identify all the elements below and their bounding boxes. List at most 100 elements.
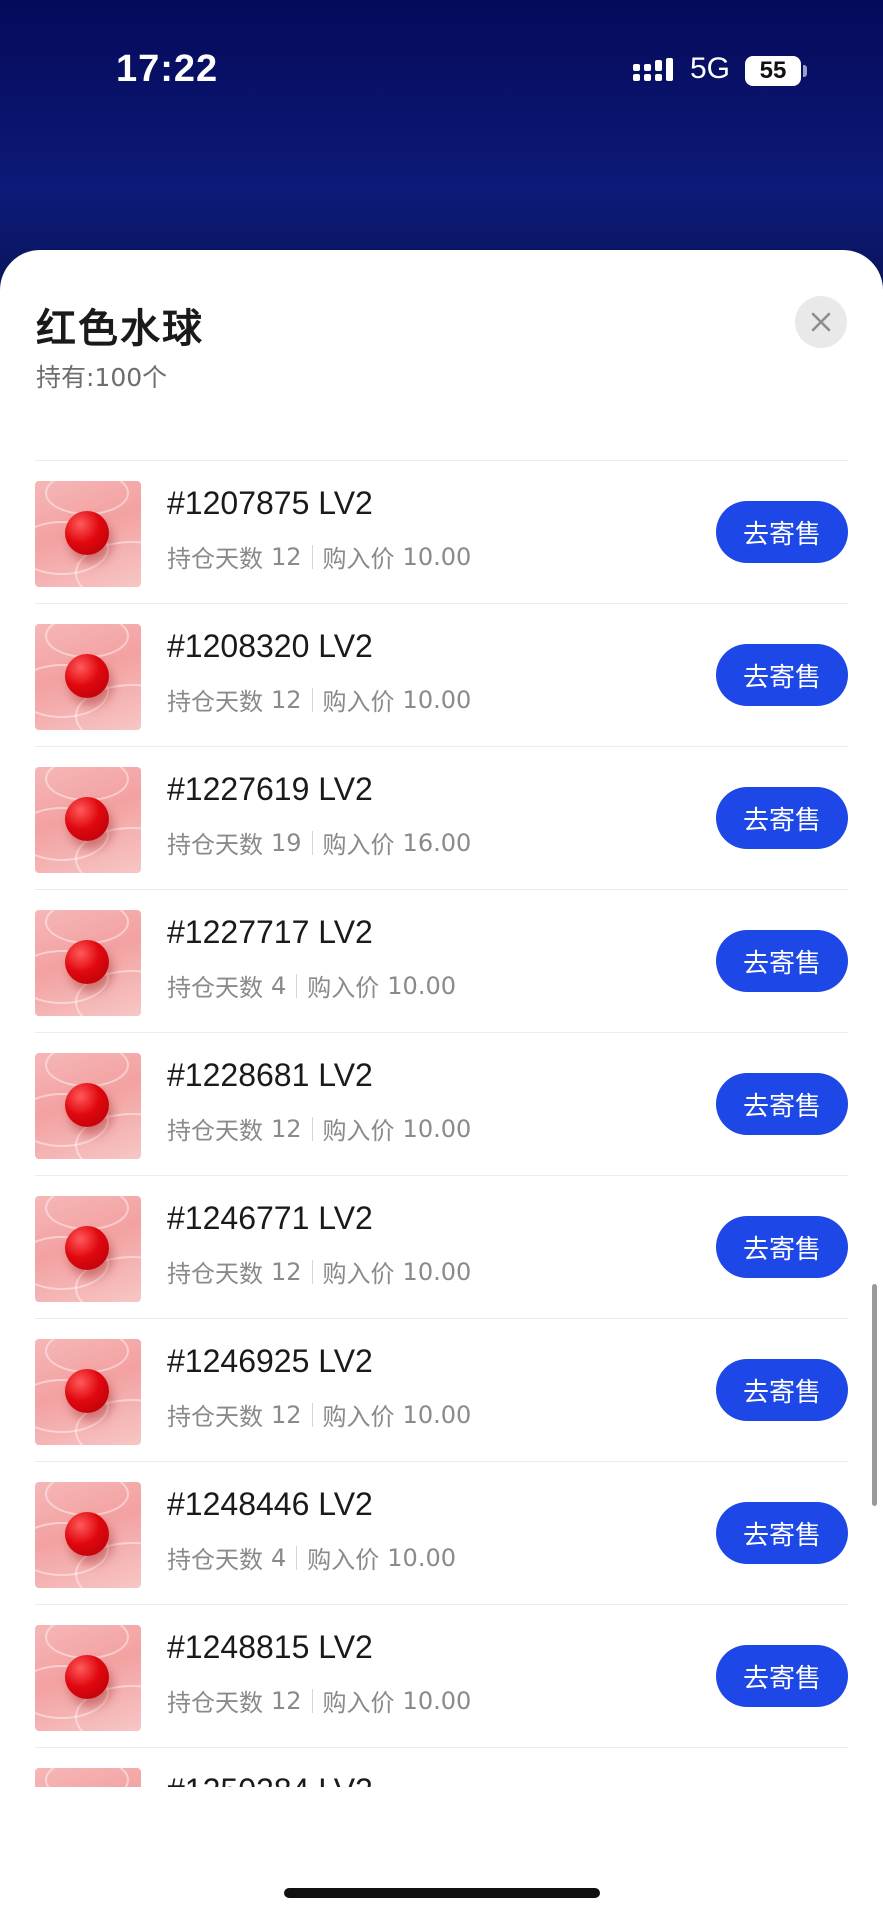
list-item-1: #1207875 LV2 持仓天数 12 购入价 10.00 去寄售 bbox=[35, 461, 848, 604]
item-title: #1227619 LV2 bbox=[167, 771, 373, 807]
price-value: 10.00 bbox=[402, 1114, 472, 1143]
days-label: 持仓天数 bbox=[167, 831, 263, 859]
consign-button[interactable]: 去寄售 bbox=[716, 644, 848, 706]
item-meta: 持仓天数 12 购入价 10.00 bbox=[167, 682, 471, 717]
meta-divider bbox=[311, 830, 313, 855]
days-label: 持仓天数 bbox=[167, 1260, 263, 1288]
item-meta: 持仓天数 12 购入价 10.00 bbox=[167, 1397, 471, 1432]
days-label: 持仓天数 bbox=[167, 688, 263, 716]
days-label: 持仓天数 bbox=[167, 1403, 263, 1431]
item-meta: 持仓天数 12 购入价 10.00 bbox=[167, 539, 471, 574]
item-title: #1227717 LV2 bbox=[167, 914, 373, 950]
days-value: 12 bbox=[271, 1400, 302, 1429]
price-label: 购入价 bbox=[322, 1689, 395, 1717]
holding-count: 持有:100个 bbox=[36, 363, 168, 392]
meta-divider bbox=[311, 1116, 313, 1141]
meta-divider bbox=[311, 1259, 313, 1284]
price-value: 16.00 bbox=[402, 828, 472, 857]
price-label: 购入价 bbox=[307, 1546, 380, 1574]
days-value: 4 bbox=[271, 1543, 287, 1572]
days-value: 12 bbox=[271, 1257, 302, 1286]
list-item-6: #1246771 LV2 持仓天数 12 购入价 10.00 去寄售 bbox=[35, 1176, 848, 1319]
battery-cap bbox=[803, 65, 807, 77]
red-water-balloon-image bbox=[35, 910, 141, 1016]
item-title: #1246771 LV2 bbox=[167, 1200, 373, 1236]
list-item-8: #1248446 LV2 持仓天数 4 购入价 10.00 去寄售 bbox=[35, 1462, 848, 1605]
bottom-sheet: 红色水球 持有:100个 #1207875 LV2 持仓天数 12 购入价 10… bbox=[0, 250, 883, 1920]
item-title: #1208320 LV2 bbox=[167, 628, 373, 664]
consign-button[interactable]: 去寄售 bbox=[716, 1359, 848, 1421]
meta-divider bbox=[311, 687, 313, 712]
list-item-10: #1250284 LV2 持仓天数 4 购入价 10.00 去寄售 bbox=[35, 1748, 848, 1787]
price-value: 10.00 bbox=[402, 1400, 472, 1429]
red-water-balloon-image bbox=[35, 767, 141, 873]
days-value: 4 bbox=[271, 971, 287, 1000]
days-label: 持仓天数 bbox=[167, 974, 263, 1002]
item-meta: 持仓天数 4 购入价 10.00 bbox=[167, 968, 456, 1003]
list-item-2: #1208320 LV2 持仓天数 12 购入价 10.00 去寄售 bbox=[35, 604, 848, 747]
price-value: 10.00 bbox=[387, 1543, 456, 1572]
days-label: 持仓天数 bbox=[167, 1546, 263, 1574]
signal-icon bbox=[633, 58, 673, 81]
price-value: 10.00 bbox=[402, 1257, 472, 1286]
days-value: 12 bbox=[271, 685, 302, 714]
price-value: 10.00 bbox=[402, 685, 472, 714]
red-water-balloon-image bbox=[35, 1482, 141, 1588]
item-meta: 持仓天数 19 购入价 16.00 bbox=[167, 825, 471, 860]
consign-button[interactable]: 去寄售 bbox=[716, 930, 848, 992]
price-label: 购入价 bbox=[322, 545, 395, 573]
item-title: #1207875 LV2 bbox=[167, 485, 373, 521]
item-title: #1248446 LV2 bbox=[167, 1486, 373, 1522]
item-meta: 持仓天数 12 购入价 10.00 bbox=[167, 1683, 471, 1718]
days-label: 持仓天数 bbox=[167, 545, 263, 573]
consign-button[interactable]: 去寄售 bbox=[716, 1502, 848, 1564]
network-label: 5G bbox=[690, 52, 731, 85]
home-indicator[interactable] bbox=[284, 1888, 600, 1898]
close-button[interactable] bbox=[795, 296, 847, 348]
price-value: 10.00 bbox=[387, 971, 456, 1000]
consign-button[interactable]: 去寄售 bbox=[716, 1073, 848, 1135]
consign-button[interactable]: 去寄售 bbox=[716, 787, 848, 849]
red-water-balloon-image bbox=[35, 1053, 141, 1159]
days-value: 12 bbox=[271, 1686, 302, 1715]
meta-divider bbox=[296, 973, 298, 998]
consign-button[interactable]: 去寄售 bbox=[716, 1216, 848, 1278]
battery-icon: 55 bbox=[745, 56, 801, 86]
meta-divider bbox=[311, 544, 313, 569]
price-label: 购入价 bbox=[307, 974, 380, 1002]
item-title: #1246925 LV2 bbox=[167, 1343, 373, 1379]
item-title: #1228681 LV2 bbox=[167, 1057, 373, 1093]
meta-divider bbox=[311, 1688, 313, 1713]
red-water-balloon-image bbox=[35, 1196, 141, 1302]
price-value: 10.00 bbox=[402, 1686, 472, 1715]
status-time: 17:22 bbox=[116, 48, 219, 90]
scrollbar[interactable] bbox=[872, 1284, 877, 1506]
consign-button[interactable]: 去寄售 bbox=[716, 501, 848, 563]
days-value: 19 bbox=[271, 828, 302, 857]
status-bar: 17:22 5G 55 bbox=[0, 0, 883, 140]
close-icon bbox=[811, 312, 831, 332]
price-label: 购入价 bbox=[322, 1260, 395, 1288]
price-label: 购入价 bbox=[322, 688, 395, 716]
item-list[interactable]: #1207875 LV2 持仓天数 12 购入价 10.00 去寄售 #1208… bbox=[35, 460, 848, 1787]
consign-button[interactable]: 去寄售 bbox=[716, 1645, 848, 1707]
item-title: #1248815 LV2 bbox=[167, 1629, 373, 1665]
list-item-9: #1248815 LV2 持仓天数 12 购入价 10.00 去寄售 bbox=[35, 1605, 848, 1748]
item-meta: 持仓天数 12 购入价 10.00 bbox=[167, 1111, 471, 1146]
sheet-title: 红色水球 bbox=[36, 306, 204, 352]
price-label: 购入价 bbox=[322, 1403, 395, 1431]
days-value: 12 bbox=[271, 1114, 302, 1143]
list-item-4: #1227717 LV2 持仓天数 4 购入价 10.00 去寄售 bbox=[35, 890, 848, 1033]
red-water-balloon-image bbox=[35, 1768, 141, 1787]
price-label: 购入价 bbox=[322, 1117, 395, 1145]
meta-divider bbox=[311, 1402, 313, 1427]
red-water-balloon-image bbox=[35, 1339, 141, 1445]
list-item-5: #1228681 LV2 持仓天数 12 购入价 10.00 去寄售 bbox=[35, 1033, 848, 1176]
item-title: #1250284 LV2 bbox=[167, 1772, 373, 1787]
list-item-7: #1246925 LV2 持仓天数 12 购入价 10.00 去寄售 bbox=[35, 1319, 848, 1462]
days-label: 持仓天数 bbox=[167, 1689, 263, 1717]
item-meta: 持仓天数 4 购入价 10.00 bbox=[167, 1540, 456, 1575]
price-label: 购入价 bbox=[322, 831, 395, 859]
price-value: 10.00 bbox=[402, 542, 472, 571]
red-water-balloon-image bbox=[35, 481, 141, 587]
